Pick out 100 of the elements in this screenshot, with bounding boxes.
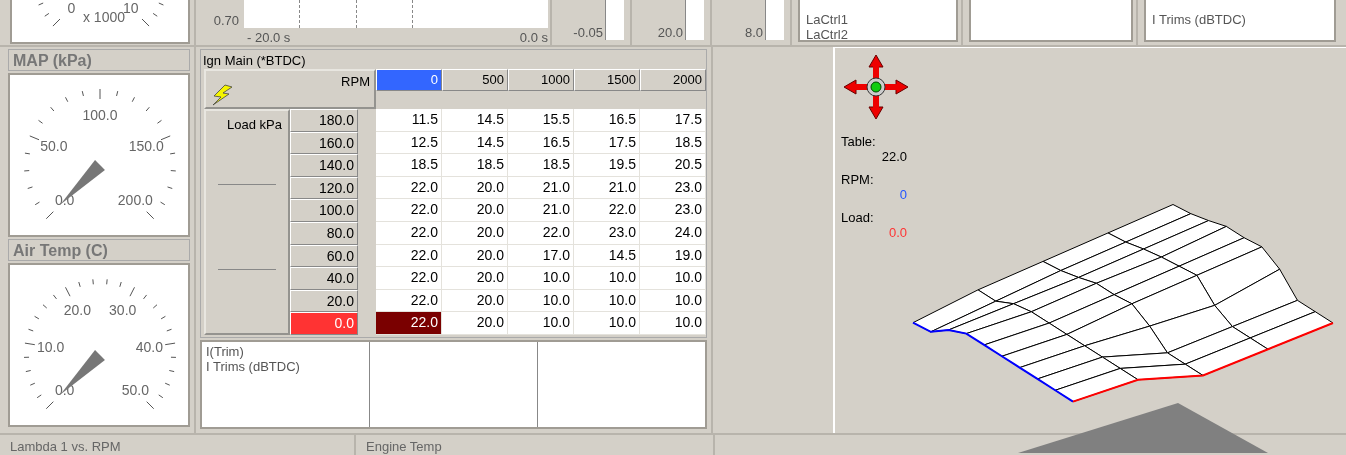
gauge-multiplier: x 1000: [83, 9, 125, 25]
row-header[interactable]: 180.0: [290, 109, 358, 132]
table-cell[interactable]: 15.5: [508, 109, 574, 132]
table-cell[interactable]: 22.0: [376, 267, 442, 290]
row-header[interactable]: 120.0: [290, 176, 358, 200]
table-cell[interactable]: 16.5: [508, 131, 574, 155]
panel-title: Lambda 1 vs. RPM: [10, 439, 121, 454]
table-cell[interactable]: 14.5: [574, 244, 640, 268]
table-cell[interactable]: 14.5: [442, 131, 508, 155]
table-cell[interactable]: 17.5: [574, 131, 640, 155]
column-header[interactable]: 500: [442, 69, 508, 91]
gauge-label: 0: [67, 0, 76, 16]
gauge-label: 20.0: [63, 302, 91, 319]
info-value: 0: [898, 187, 907, 202]
trim-label: I(Trim): [206, 343, 245, 359]
table-cell[interactable]: 12.5: [376, 131, 442, 155]
table-cell[interactable]: 22.0: [376, 199, 442, 222]
table-cell[interactable]: 18.5: [508, 154, 574, 177]
table-cell[interactable]: 20.0: [442, 221, 508, 245]
table-cell[interactable]: 22.0: [508, 221, 574, 245]
table-cell[interactable]: 10.0: [640, 267, 706, 290]
lightning-icon: [210, 84, 234, 106]
table-cell[interactable]: 22.0: [376, 221, 442, 245]
gauge-title: Air Temp (C): [8, 239, 190, 261]
column-header[interactable]: 1500: [574, 69, 640, 91]
table-cell[interactable]: 20.0: [442, 312, 508, 335]
info-label: Table:: [841, 134, 877, 149]
table-cell[interactable]: 20.0: [442, 176, 508, 200]
table-cell[interactable]: 20.5: [640, 154, 706, 177]
table-cell[interactable]: 20.0: [442, 199, 508, 222]
row-header[interactable]: 140.0: [290, 154, 358, 177]
table-cell[interactable]: 10.0: [640, 289, 706, 313]
row-header[interactable]: 0.0: [290, 312, 358, 335]
table-cell[interactable]: 20.0: [442, 289, 508, 313]
row-header[interactable]: 100.0: [290, 199, 358, 222]
gauge-label: 200.0: [117, 192, 153, 209]
info-label: RPM:: [841, 172, 875, 187]
move-icon: [843, 54, 909, 120]
table-cell[interactable]: 18.5: [376, 154, 442, 177]
table-cell[interactable]: 22.0: [376, 244, 442, 268]
table-cell[interactable]: 20.0: [442, 244, 508, 268]
bar-meter: [765, 0, 784, 40]
table-cell[interactable]: 10.0: [640, 312, 706, 335]
table-cell[interactable]: 23.0: [640, 176, 706, 200]
table-cell[interactable]: 21.0: [508, 176, 574, 200]
table-title: Ign Main (*BTDC): [202, 52, 307, 69]
table-cell[interactable]: 21.0: [508, 199, 574, 222]
row-header[interactable]: 160.0: [290, 131, 358, 155]
table-cell[interactable]: 22.0: [376, 289, 442, 313]
table-cell[interactable]: 10.0: [574, 289, 640, 313]
table-cell[interactable]: 14.5: [442, 109, 508, 132]
table-cell[interactable]: 22.0: [574, 199, 640, 222]
gauge-label: 100.0: [82, 107, 118, 123]
gauge-label: 150.0: [128, 137, 164, 154]
gauge-label: 30.0: [109, 302, 137, 319]
table-cell[interactable]: 20.0: [442, 267, 508, 290]
row-header[interactable]: 60.0: [290, 244, 358, 268]
gauge-label: 40.0: [135, 339, 163, 356]
column-header[interactable]: 1000: [508, 69, 574, 91]
table-cell[interactable]: 16.5: [574, 109, 640, 132]
bar-reading: -0.05: [573, 25, 603, 40]
info-value: 0.0: [887, 225, 907, 240]
table-cell[interactable]: 10.0: [574, 267, 640, 290]
row-header[interactable]: 80.0: [290, 221, 358, 245]
table-cell[interactable]: 22.0: [376, 312, 442, 335]
bar-meter: [685, 0, 704, 40]
table-cell[interactable]: 10.0: [574, 312, 640, 335]
row-header[interactable]: 40.0: [290, 267, 358, 290]
table-cell[interactable]: 23.0: [640, 199, 706, 222]
table-cell[interactable]: 21.0: [574, 176, 640, 200]
gauge-label: 50.0: [121, 382, 149, 399]
x-axis-label: 0.0 s: [519, 30, 548, 45]
table-cell[interactable]: 17.5: [640, 109, 706, 132]
table-cell[interactable]: 18.5: [640, 131, 706, 155]
row-header[interactable]: 20.0: [290, 289, 358, 313]
info-label: Load:: [841, 210, 875, 225]
table-cell[interactable]: 11.5: [376, 109, 442, 132]
y-axis-label: 0.70: [212, 13, 240, 28]
table-cell[interactable]: 22.0: [376, 176, 442, 200]
table-cell[interactable]: 19.5: [574, 154, 640, 177]
list-item[interactable]: LaCtrl2: [806, 27, 956, 42]
column-header[interactable]: 2000: [640, 69, 706, 91]
x-axis-label: - 20.0 s: [247, 30, 291, 45]
table-cell[interactable]: 23.0: [574, 221, 640, 245]
list-item[interactable]: LaCtrl1: [806, 12, 956, 27]
table-cell[interactable]: 19.0: [640, 244, 706, 268]
table-cell[interactable]: 10.0: [508, 312, 574, 335]
x-axis-label: RPM: [341, 74, 370, 89]
column-header[interactable]: 0: [376, 69, 442, 91]
table-cell[interactable]: 24.0: [640, 221, 706, 245]
bar-meter: [605, 0, 624, 40]
table-cell[interactable]: 10.0: [508, 267, 574, 290]
table-cell[interactable]: 10.0: [508, 289, 574, 313]
bar-reading: 20.0: [657, 25, 683, 40]
trim-label: I Trims (dBTDC): [206, 358, 301, 374]
gauge-label: 10.0: [37, 339, 65, 356]
info-value: 22.0: [880, 149, 907, 164]
table-cell[interactable]: 18.5: [442, 154, 508, 177]
gauge-label: 50.0: [40, 137, 68, 154]
table-cell[interactable]: 17.0: [508, 244, 574, 268]
